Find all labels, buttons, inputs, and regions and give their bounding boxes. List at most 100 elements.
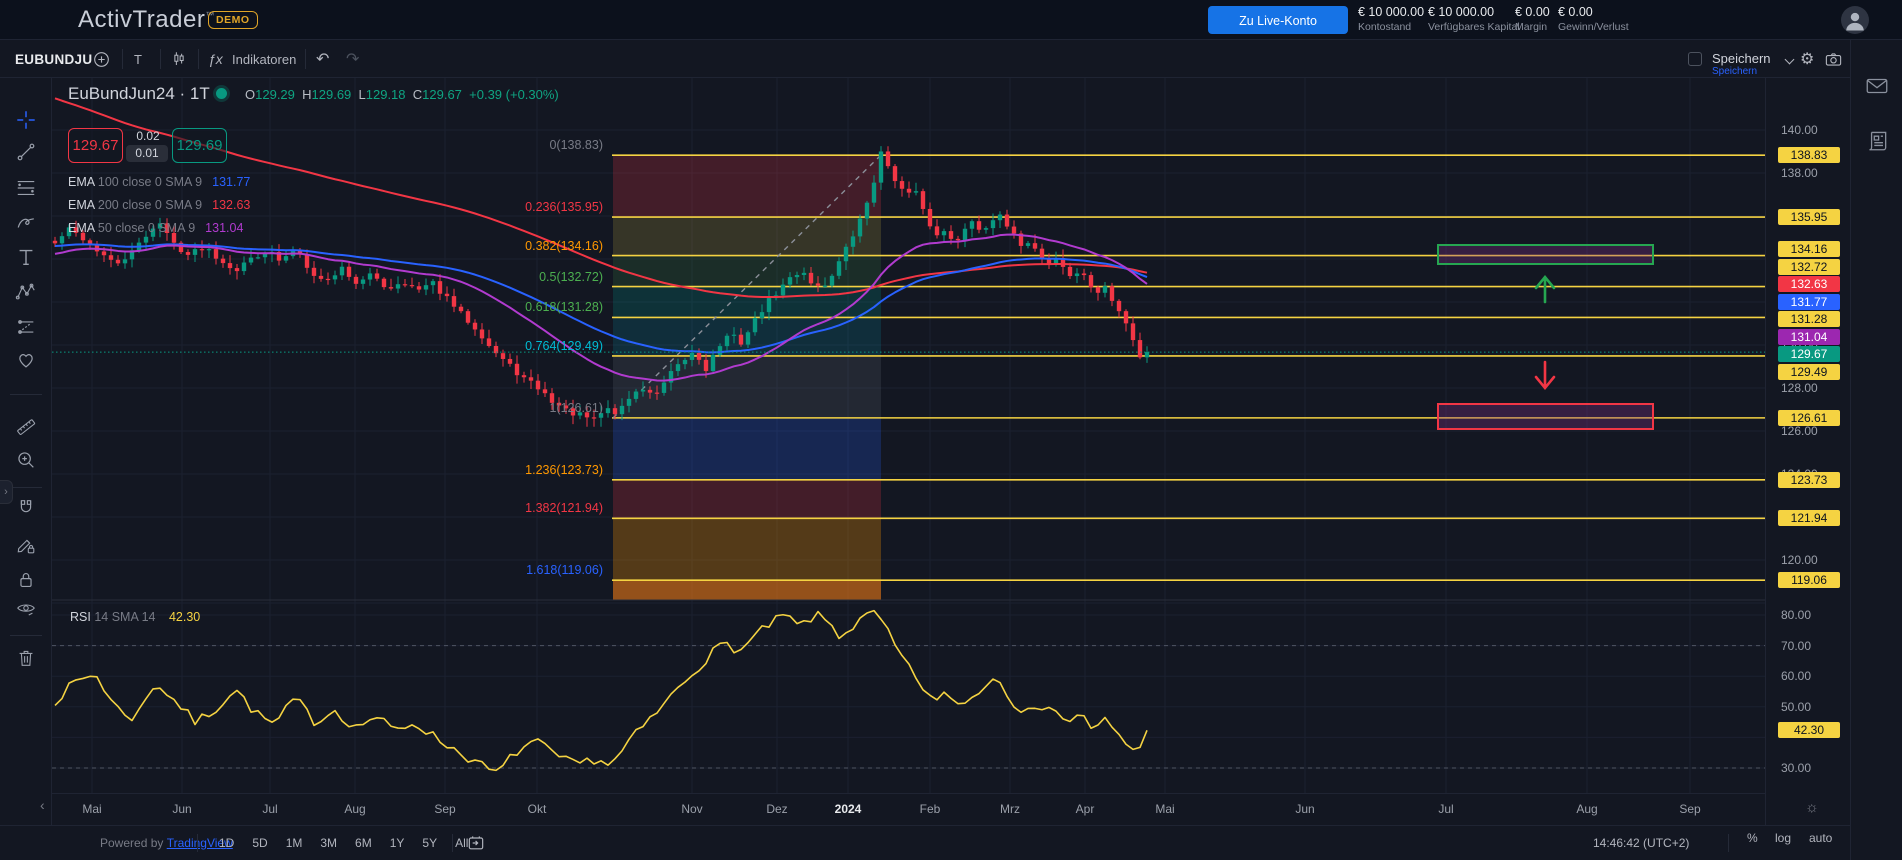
resistance-box[interactable]	[1438, 245, 1653, 264]
fib-level-label: 0.618(131.28)	[525, 300, 603, 314]
range-button-1m[interactable]: 1M	[277, 831, 312, 855]
crosshair-tool-icon[interactable]	[11, 105, 41, 135]
price-tick: 128.00	[1781, 381, 1818, 395]
save-dropdown-caret-icon[interactable]	[1785, 55, 1795, 65]
range-button-3m[interactable]: 3M	[311, 831, 346, 855]
hide-drawings-eye-icon[interactable]	[11, 594, 41, 624]
interval-button[interactable]: T	[134, 40, 142, 78]
time-axis-month: Apr	[1076, 802, 1095, 816]
measure-ruler-tool-icon[interactable]	[11, 412, 41, 442]
auto-scale-button[interactable]: auto	[1800, 826, 1841, 850]
clock[interactable]: 14:46:42 (UTC+2)	[1593, 826, 1689, 860]
rsi-tick: 80.00	[1781, 608, 1811, 622]
drawing-mode-lock-icon[interactable]	[11, 530, 41, 560]
lock-all-drawings-icon[interactable]	[11, 565, 41, 595]
range-button-5d[interactable]: 5D	[243, 831, 276, 855]
price-badge: 134.16	[1778, 241, 1840, 257]
hide-drawing-bar-arrow[interactable]: ‹	[40, 797, 45, 813]
drawing-toolbar	[0, 78, 52, 825]
toolbar-separator	[198, 49, 199, 69]
price-badge: 126.61	[1778, 410, 1840, 426]
rail-separator	[10, 635, 42, 636]
account-stat-label: Verfügbares Kapital	[1428, 21, 1520, 33]
news-icon[interactable]	[1864, 127, 1890, 153]
account-stat: € 10 000.00 Verfügbares Kapital	[1428, 5, 1520, 33]
bottombar-separator	[452, 834, 453, 852]
remove-drawings-trash-icon[interactable]	[11, 643, 41, 673]
right-sidebar	[1850, 40, 1902, 860]
save-button[interactable]: Speichern	[1712, 51, 1771, 66]
toolbar-separator	[160, 49, 161, 69]
snapshot-camera-icon[interactable]	[1824, 40, 1843, 78]
goto-date-icon[interactable]	[466, 826, 486, 860]
down-arrow[interactable]	[1536, 362, 1554, 388]
range-button-5y[interactable]: 5Y	[413, 831, 446, 855]
time-axis-month: Okt	[528, 802, 547, 816]
long-position-tool-icon[interactable]	[11, 312, 41, 342]
fib-level-label: 0(138.83)	[549, 138, 603, 152]
time-axis-month: Sep	[1679, 802, 1700, 816]
fib-retracement-tool-icon[interactable]	[11, 173, 41, 203]
compare-add-icon[interactable]	[92, 40, 111, 78]
spread-top-value: 0.02	[127, 129, 169, 143]
buy-button[interactable]: 129.69	[172, 128, 227, 163]
account-stat: € 0.00 Gewinn/Verlust	[1558, 5, 1629, 33]
text-tool-icon[interactable]	[11, 242, 41, 272]
time-axis-month: Jul	[1438, 802, 1453, 816]
magnet-mode-icon[interactable]	[11, 493, 41, 523]
price-badge: 138.83	[1778, 147, 1840, 163]
chart-legend-title[interactable]: EuBundJun24 · 1T	[68, 84, 210, 104]
activtrader-app: ActivTrader™ DEMO Zu Live-Konto wechseln…	[0, 0, 1902, 860]
market-status-dot	[216, 88, 227, 99]
close-value: 129.67	[422, 87, 462, 102]
support-box[interactable]	[1438, 404, 1653, 429]
undo-icon[interactable]: ↶	[316, 40, 329, 78]
percent-scale-button[interactable]: %	[1738, 826, 1767, 850]
rail-separator	[10, 487, 42, 488]
bottombar-separator	[1728, 834, 1729, 852]
object-tree-expand-chevron[interactable]: ›	[0, 480, 13, 504]
fib-level-label: 0.5(132.72)	[539, 270, 603, 284]
time-axis-month: Jun	[172, 802, 191, 816]
indicators-fx-icon[interactable]: ƒx	[208, 40, 223, 78]
account-stat-value: € 10 000.00	[1358, 5, 1424, 19]
time-axis-month: Dez	[766, 802, 787, 816]
redo-icon[interactable]: ↷	[346, 40, 359, 78]
sell-button[interactable]: 129.67	[68, 128, 123, 163]
price-scale[interactable]: 140.00138.00130.00128.00126.00124.00120.…	[1765, 78, 1850, 825]
time-axis-month: Sep	[434, 802, 455, 816]
low-value: 129.18	[366, 87, 406, 102]
time-axis[interactable]: MaiJunJulAugSepOktNovDez2024FebMrzAprMai…	[52, 793, 1765, 825]
chart-type-candles-icon[interactable]	[170, 40, 188, 78]
save-checkbox[interactable]	[1688, 52, 1702, 66]
emoji-heart-tool-icon[interactable]	[11, 345, 41, 375]
price-tick: 140.00	[1781, 123, 1818, 137]
rsi-tick: 30.00	[1781, 761, 1811, 775]
account-stat-value: € 10 000.00	[1428, 5, 1520, 19]
range-button-1y[interactable]: 1Y	[381, 831, 414, 855]
symbol-button[interactable]: EUBUNDJU	[15, 40, 92, 78]
price-chart-canvas[interactable]	[52, 78, 1765, 793]
up-arrow[interactable]	[1536, 277, 1554, 302]
fib-level-label: 1.618(119.06)	[526, 563, 603, 577]
range-button-1d[interactable]: 1D	[210, 831, 243, 855]
account-stat-label: Gewinn/Verlust	[1558, 21, 1629, 33]
fib-level-label: 0.382(134.16)	[525, 239, 603, 253]
mail-icon[interactable]	[1864, 73, 1890, 99]
range-button-6m[interactable]: 6M	[346, 831, 381, 855]
log-scale-button[interactable]: log	[1766, 826, 1800, 850]
user-icon	[1841, 6, 1869, 34]
price-badge: 129.67	[1778, 346, 1840, 362]
xabcd-pattern-tool-icon[interactable]	[11, 277, 41, 307]
axis-settings-sun-icon[interactable]: ☼	[1805, 799, 1819, 816]
settings-gear-icon[interactable]: ⚙	[1800, 49, 1814, 69]
brush-tool-icon[interactable]	[11, 207, 41, 237]
switch-to-live-button[interactable]: Zu Live-Konto wechseln	[1208, 6, 1348, 34]
zoom-in-tool-icon[interactable]	[11, 445, 41, 475]
price-badge: 131.04	[1778, 329, 1840, 345]
avatar[interactable]	[1841, 6, 1869, 34]
rsi-value: 42.30	[169, 610, 200, 624]
trend-line-tool-icon[interactable]	[11, 137, 41, 167]
account-stat-value: € 0.00	[1558, 5, 1629, 19]
indicators-button[interactable]: Indikatoren	[232, 40, 296, 78]
